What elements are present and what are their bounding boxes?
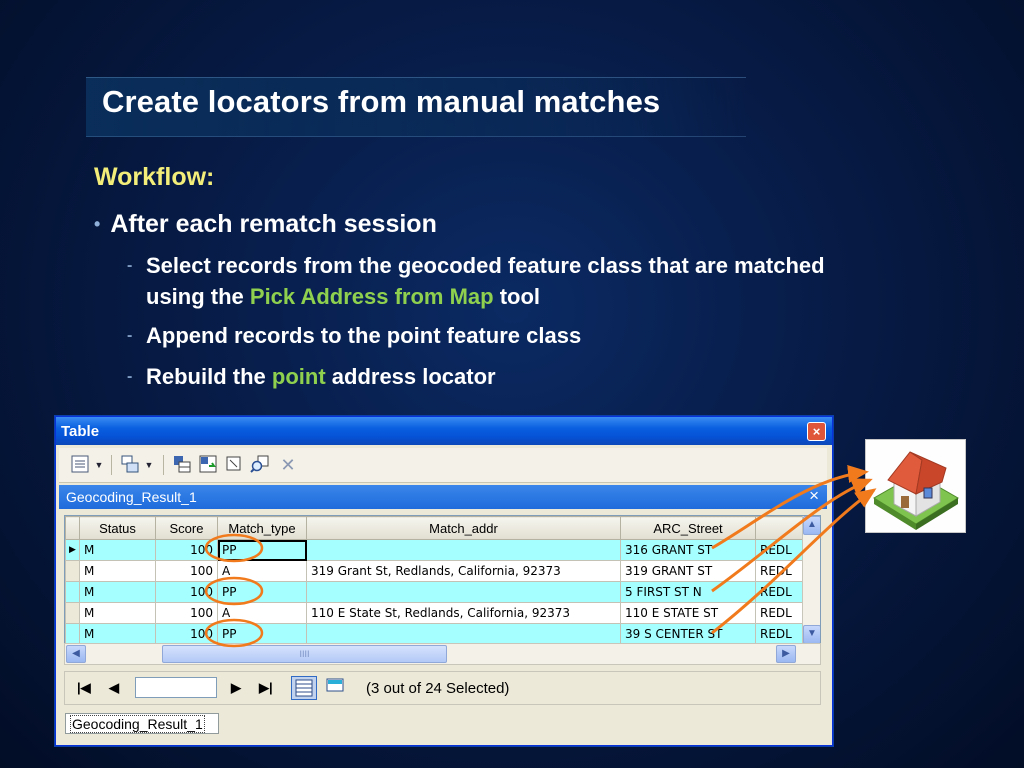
previous-record-button[interactable]: ◀ (109, 680, 119, 696)
sub-dash: - (127, 327, 133, 344)
scroll-up-icon[interactable]: ▲ (803, 516, 820, 535)
table-window: Table × ▼ ▼ ✕ Geocoding_Result_1 × Statu… (55, 416, 833, 746)
row-marker[interactable] (65, 560, 80, 582)
table-row[interactable]: M 100 A 110 E State St, Redlands, Califo… (65, 602, 816, 624)
sub-dash: - (127, 257, 133, 274)
related-tables-icon[interactable] (119, 454, 141, 476)
bullet-after-rematch: • After each rematch session (94, 210, 437, 239)
column-header-match-addr[interactable]: Match_addr (306, 516, 621, 540)
column-header-match-type[interactable]: Match_type (217, 516, 307, 540)
cell-arc-street[interactable]: 319 GRANT ST (620, 560, 756, 582)
show-selected-records-icon (326, 678, 344, 692)
table-tab-name: Geocoding_Result_1 (66, 489, 197, 505)
cell-arc-street[interactable]: 39 S CENTER ST (620, 623, 756, 644)
scroll-down-icon[interactable]: ▼ (803, 625, 820, 644)
attribute-grid: Status Score Match_type Match_addr ARC_S… (64, 515, 821, 645)
toolbar-separator (163, 455, 164, 475)
workflow-label: Workflow: (94, 163, 215, 191)
cell-match-addr[interactable] (306, 539, 621, 561)
bullet-text: After each rematch session (110, 210, 437, 238)
pick-address-highlight: Pick Address from Map (249, 284, 494, 309)
cell-score[interactable]: 100 (155, 539, 218, 561)
cell-arc-street[interactable]: 5 FIRST ST N (620, 581, 756, 603)
zoom-to-selected-icon[interactable] (249, 454, 271, 476)
house-icon (865, 439, 966, 533)
cell-match-type[interactable]: PP (217, 623, 307, 644)
slide-title: Create locators from manual matches (102, 84, 661, 119)
dropdown-icon[interactable]: ▼ (143, 454, 155, 476)
sub-bullet-append: - Append records to the point feature cl… (127, 320, 581, 351)
sub-bullet-rebuild: - Rebuild the point address locator (127, 361, 496, 392)
cell-score[interactable]: 100 (155, 560, 218, 582)
window-close-button[interactable]: × (807, 422, 826, 441)
cell-status[interactable]: M (79, 581, 156, 603)
show-all-records-button[interactable] (291, 676, 317, 700)
row-header-corner (65, 516, 80, 540)
row-marker[interactable] (65, 602, 80, 624)
table-row[interactable]: M 100 PP 5 FIRST ST N REDL (65, 581, 816, 603)
show-selected-records-button[interactable] (323, 676, 349, 700)
table-options-icon[interactable] (69, 454, 91, 476)
bottom-table-tab[interactable]: Geocoding_Result_1 (65, 713, 219, 734)
sub1-tail: tool (493, 284, 541, 309)
record-navigation-bar: |◀ ◀ 1 ▶ ▶| (3 out of 24 Selected) (64, 671, 821, 705)
sub3-text: Rebuild the (146, 364, 272, 389)
dropdown-icon[interactable]: ▼ (93, 454, 105, 476)
cell-status[interactable]: M (79, 623, 156, 644)
bottom-tab-label: Geocoding_Result_1 (70, 715, 205, 733)
window-title: Table (61, 423, 100, 440)
cell-match-type[interactable]: PP (217, 581, 307, 603)
delete-selected-icon[interactable]: ✕ (277, 454, 299, 476)
cell-status[interactable]: M (79, 602, 156, 624)
table-tab-header: Geocoding_Result_1 × (59, 485, 827, 509)
bullet-dot: • (94, 214, 101, 234)
clear-selection-icon[interactable] (223, 454, 245, 476)
row-marker[interactable] (65, 581, 80, 603)
cell-arc-street[interactable]: 110 E STATE ST (620, 602, 756, 624)
column-header-score[interactable]: Score (155, 516, 218, 540)
last-record-button[interactable]: ▶| (259, 680, 273, 696)
sub-bullet-select-records: - Select records from the geocoded featu… (127, 250, 827, 312)
switch-selection-icon[interactable] (197, 454, 219, 476)
cell-status[interactable]: M (79, 560, 156, 582)
next-record-button[interactable]: ▶ (231, 680, 241, 696)
cell-match-addr[interactable] (306, 581, 621, 603)
toolbar-separator (111, 455, 112, 475)
first-record-button[interactable]: |◀ (77, 680, 91, 696)
cell-score[interactable]: 100 (155, 581, 218, 603)
select-by-attributes-icon[interactable] (171, 454, 193, 476)
close-icon[interactable]: × (809, 486, 819, 506)
selection-count: (3 out of 24 Selected) (366, 680, 510, 697)
column-header-arc-street[interactable]: ARC_Street (620, 516, 756, 540)
table-row[interactable]: ▶ M 100 PP 316 GRANT ST REDL (65, 539, 816, 561)
horizontal-scrollbar[interactable]: ◀ IIII ▶ (64, 643, 821, 665)
vertical-scrollbar[interactable]: ▲ ▼ (802, 516, 820, 644)
cell-match-addr[interactable]: 319 Grant St, Redlands, California, 9237… (306, 560, 621, 582)
cell-match-type[interactable]: A (217, 602, 307, 624)
window-titlebar[interactable]: Table × (56, 417, 832, 445)
table-row[interactable]: M 100 A 319 Grant St, Redlands, Californ… (65, 560, 816, 582)
show-all-records-icon (295, 679, 313, 697)
scroll-left-icon[interactable]: ◀ (66, 645, 86, 663)
table-row[interactable]: M 100 PP 39 S CENTER ST REDL (65, 623, 816, 644)
column-header-status[interactable]: Status (79, 516, 156, 540)
cell-match-addr[interactable] (306, 623, 621, 644)
sub-dash: - (127, 368, 133, 385)
cell-score[interactable]: 100 (155, 602, 218, 624)
scroll-thumb[interactable]: IIII (162, 645, 447, 663)
cell-score[interactable]: 100 (155, 623, 218, 644)
cell-match-type[interactable]: A (217, 560, 307, 582)
scroll-right-icon[interactable]: ▶ (776, 645, 796, 663)
row-marker[interactable]: ▶ (65, 539, 80, 561)
table-toolbar: ▼ ▼ ✕ (59, 448, 827, 483)
point-highlight: point (271, 364, 326, 389)
cell-arc-street[interactable]: 316 GRANT ST (620, 539, 756, 561)
cell-match-type[interactable]: PP (217, 539, 307, 561)
sub3-tail: address locator (325, 364, 496, 389)
cell-status[interactable]: M (79, 539, 156, 561)
sub2-text: Append records to the point feature clas… (146, 323, 582, 348)
cell-match-addr[interactable]: 110 E State St, Redlands, California, 92… (306, 602, 621, 624)
row-marker[interactable] (65, 623, 80, 644)
record-number-input[interactable]: 1 (135, 677, 217, 698)
